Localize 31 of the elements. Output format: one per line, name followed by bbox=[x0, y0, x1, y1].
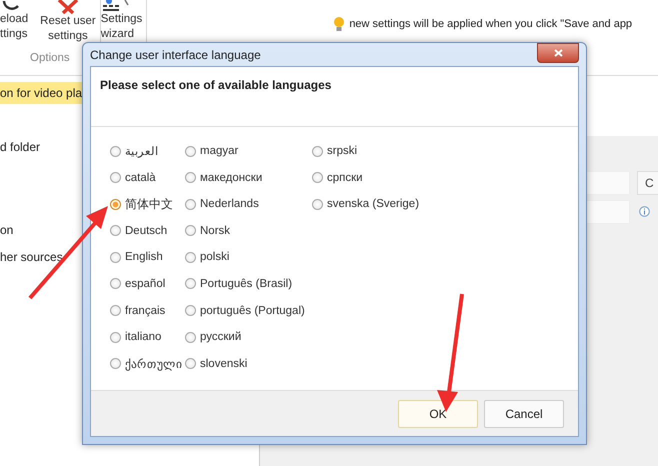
dialog-heading: Please select one of available languages bbox=[91, 67, 578, 127]
panel-button[interactable]: C bbox=[637, 171, 658, 195]
language-radio[interactable]: Português (Brasil) bbox=[185, 274, 309, 294]
language-radio[interactable]: srpski bbox=[312, 141, 578, 161]
ok-button[interactable]: OK bbox=[398, 400, 478, 428]
language-radio[interactable]: slovenski bbox=[185, 354, 309, 374]
language-radio[interactable]: svenska (Sverige) bbox=[312, 194, 578, 214]
language-radio[interactable]: العربية bbox=[110, 141, 182, 161]
language-radio[interactable]: italiano bbox=[110, 327, 182, 348]
cancel-button[interactable]: Cancel bbox=[484, 400, 564, 428]
language-radio[interactable]: македонски bbox=[185, 168, 309, 188]
language-radio[interactable]: polski bbox=[185, 247, 309, 268]
language-radio[interactable]: català bbox=[110, 168, 182, 188]
language-radio[interactable]: magyar bbox=[185, 141, 309, 161]
language-radio[interactable]: français bbox=[110, 300, 182, 321]
toolbar-button[interactable]: Reset user settings bbox=[36, 0, 100, 44]
dialog-title: Change user interface language bbox=[90, 48, 261, 62]
language-radio[interactable]: ქართული bbox=[110, 354, 182, 374]
language-radio[interactable]: русский bbox=[185, 327, 309, 348]
language-radio[interactable]: English bbox=[110, 247, 182, 268]
toolbar-button[interactable]: Settings wizard bbox=[100, 0, 146, 42]
language-radio[interactable]: português (Portugal) bbox=[185, 300, 309, 321]
language-radio[interactable]: српски bbox=[312, 168, 578, 188]
language-radio[interactable]: 简体中文 bbox=[110, 194, 182, 214]
group-label: Options bbox=[30, 52, 70, 64]
language-radio[interactable]: Deutsch bbox=[110, 220, 182, 241]
language-radio[interactable]: español bbox=[110, 274, 182, 294]
language-radio[interactable]: Norsk bbox=[185, 220, 309, 241]
language-radio[interactable]: Nederlands bbox=[185, 194, 309, 214]
hint-text: new settings will be applied when you click "Save and app bbox=[349, 18, 632, 30]
toolbar-button[interactable]: eload ttings bbox=[0, 0, 32, 44]
